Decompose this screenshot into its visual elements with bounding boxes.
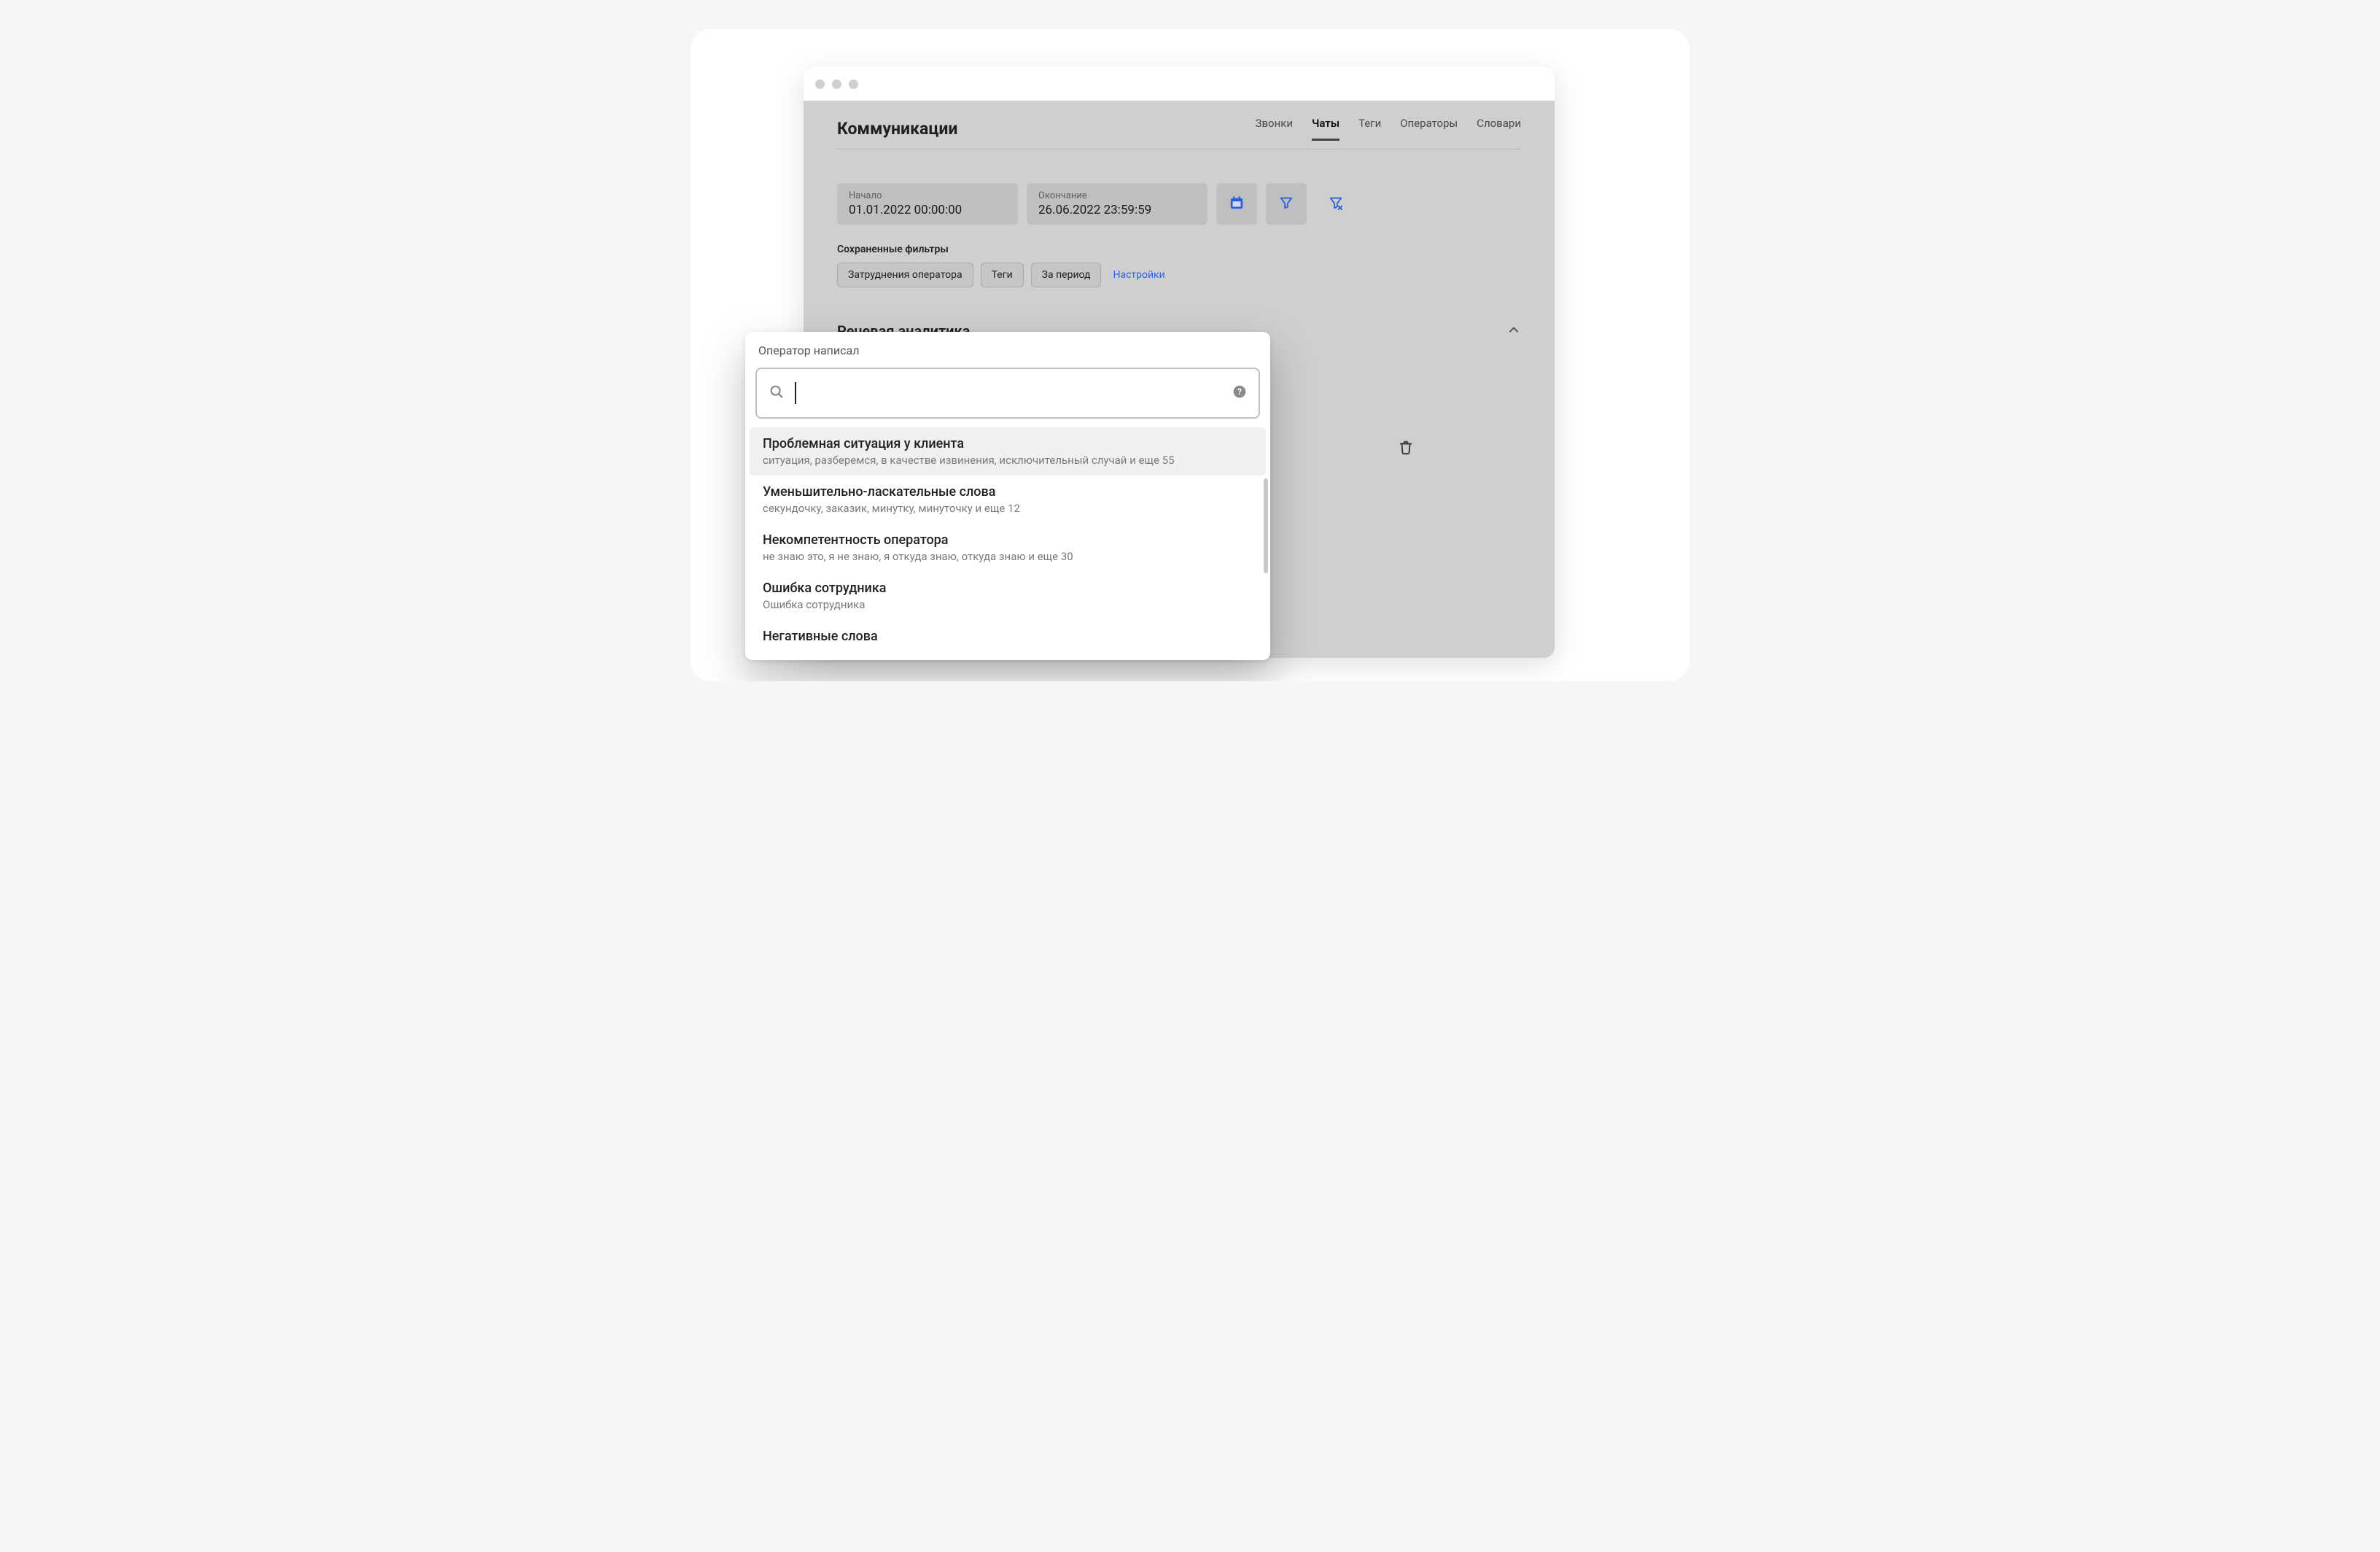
date-start-value: 01.01.2022 00:00:00 [849,203,1006,217]
tab-4[interactable]: Словари [1477,117,1521,140]
page-title: Коммуникации [837,119,957,139]
tab-0[interactable]: Звонки [1256,117,1293,140]
filter-chip-2[interactable]: За период [1031,263,1102,287]
window-dot-min[interactable] [832,79,841,89]
filters-settings-link[interactable]: Настройки [1113,269,1164,281]
dropdown-item-title: Негативные слова [763,629,1253,644]
chevron-up-icon[interactable] [1506,322,1521,340]
dropdown-item-subtitle: Ошибка сотрудника [763,598,1253,611]
date-filters-row: Начало 01.01.2022 00:00:00 Окончание 26.… [837,183,1521,225]
dropdown-item-title: Уменьшительно-ласкательные слова [763,484,1253,500]
dropdown-item-subtitle: секундочку, заказик, минутку, минуточку … [763,502,1253,515]
dropdown-search[interactable]: ? [755,368,1260,419]
dropdown-title: Оператор написал [745,344,1270,363]
svg-text:?: ? [1237,387,1242,397]
dropdown-item-2[interactable]: Некомпетентность оператора не знаю это, я… [750,524,1266,572]
window-titlebar [804,67,1555,101]
dropdown-scrollbar[interactable] [1264,478,1268,573]
text-cursor [795,382,796,404]
dropdown-item-title: Ошибка сотрудника [763,581,1253,596]
dropdown-item-1[interactable]: Уменьшительно-ласкательные слова секундоч… [750,476,1266,524]
calendar-button[interactable] [1216,183,1257,225]
help-icon[interactable]: ? [1232,384,1247,402]
dropdown-list: Проблемная ситуация у клиента ситуация, р… [745,427,1270,660]
filter-icon [1278,195,1294,214]
filter-chip-0[interactable]: Затруднения оператора [837,263,973,287]
date-end-label: Окончание [1038,190,1196,201]
filter-button[interactable] [1266,183,1307,225]
filter-clear-button[interactable] [1315,183,1356,225]
window-dot-close[interactable] [815,79,825,89]
dropdown-item-title: Проблемная ситуация у клиента [763,436,1253,451]
tab-3[interactable]: Операторы [1400,117,1458,140]
header-row: Коммуникации Звонки Чаты Теги Операторы Слов… [837,117,1521,150]
filter-clear-icon [1328,195,1344,214]
dropdown-item-4[interactable]: Негативные слова [750,620,1266,653]
filter-chip-1[interactable]: Теги [981,263,1024,287]
date-start-field[interactable]: Начало 01.01.2022 00:00:00 [837,183,1018,225]
date-start-label: Начало [849,190,1006,201]
dropdown-item-3[interactable]: Ошибка сотрудника Ошибка сотрудника [750,572,1266,620]
delete-button[interactable] [1398,439,1414,458]
tabs: Звонки Чаты Теги Операторы Словари [1256,117,1521,140]
dropdown-item-0[interactable]: Проблемная ситуация у клиента ситуация, р… [750,427,1266,476]
tab-1[interactable]: Чаты [1312,117,1339,140]
date-end-value: 26.06.2022 23:59:59 [1038,203,1196,217]
date-end-field[interactable]: Окончание 26.06.2022 23:59:59 [1027,183,1208,225]
saved-filters-label: Сохраненные фильтры [837,244,1521,255]
dropdown-item-subtitle: не знаю это, я не знаю, я откуда знаю, о… [763,550,1253,563]
window-dot-max[interactable] [849,79,858,89]
dropdown-item-title: Некомпетентность оператора [763,532,1253,548]
saved-filters-chips: Затруднения оператора Теги За период Настро… [837,263,1521,287]
trash-icon [1398,444,1414,458]
dropdown-item-subtitle: ситуация, разберемся, в качестве извинен… [763,454,1253,467]
calendar-icon [1229,195,1245,214]
stage: Коммуникации Звонки Чаты Теги Операторы Слов… [691,29,1689,681]
tab-2[interactable]: Теги [1358,117,1381,140]
dropdown-search-input[interactable] [806,385,1222,402]
operator-wrote-dropdown: Оператор написал ? Проблемная ситуация у… [745,332,1270,660]
search-icon [769,384,785,403]
content-area: Коммуникации Звонки Чаты Теги Операторы Слов… [804,101,1555,340]
